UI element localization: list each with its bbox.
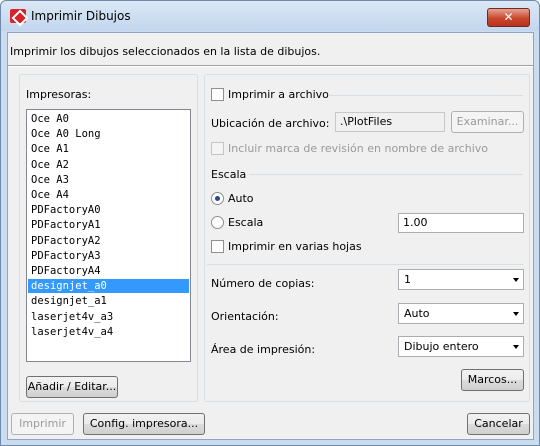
scale-radio-label: Escala (228, 216, 264, 229)
printer-list-item[interactable]: PDFactoryA4 (28, 264, 189, 278)
title-bar[interactable]: Imprimir Dibujos ✕ (1, 1, 539, 31)
window-title: Imprimir Dibujos (31, 9, 131, 23)
file-location-label: Ubicación de archivo: (211, 117, 330, 130)
print-area-value: Dibujo entero (404, 340, 479, 353)
printer-list-item[interactable]: PDFactoryA0 (28, 203, 189, 217)
cancel-button[interactable]: Cancelar (467, 413, 530, 435)
printers-label: Impresoras: (26, 88, 92, 101)
divider (328, 95, 523, 96)
printer-list-item[interactable]: Oce A0 Long (28, 127, 189, 141)
printer-list-item[interactable]: Oce A2 (28, 158, 189, 172)
chevron-down-icon (513, 278, 519, 282)
printer-list-item[interactable]: laserjet4v_a3 (28, 310, 189, 324)
scale-input[interactable]: 1.00 (398, 213, 524, 233)
chevron-down-icon (513, 345, 519, 349)
copies-dropdown[interactable]: 1 (398, 269, 524, 290)
orientation-dropdown[interactable]: Auto (398, 303, 524, 324)
print-to-file-checkbox[interactable] (211, 88, 224, 101)
print-button[interactable]: Imprimir (11, 413, 74, 435)
divider (207, 264, 523, 265)
printer-list-item[interactable]: Oce A1 (28, 142, 189, 156)
revision-mark-checkbox[interactable] (211, 142, 224, 155)
print-area-label: Área de impresión: (211, 343, 316, 356)
multi-sheet-label: Imprimir en varias hojas (228, 240, 362, 253)
print-drawings-dialog: Imprimir Dibujos ✕ Imprimir los dibujos … (0, 0, 540, 446)
chevron-down-icon (513, 312, 519, 316)
scale-heading: Escala (211, 168, 247, 181)
revision-mark-label: Incluir marca de revisión en nombre de a… (228, 142, 488, 155)
add-edit-button[interactable]: Añadir / Editar... (26, 376, 118, 398)
printer-list-item[interactable]: Oce A3 (28, 173, 189, 187)
options-panel: Imprimir a archivo Ubicación de archivo:… (204, 74, 530, 402)
auto-radio-label: Auto (228, 192, 254, 205)
printer-list-item[interactable]: PDFactoryA2 (28, 234, 189, 248)
printer-list-item[interactable]: PDFactoryA3 (28, 249, 189, 263)
auto-radio[interactable] (211, 192, 224, 205)
printer-list-item[interactable]: PDFactoryA1 (28, 218, 189, 232)
printers-panel: Impresoras: Oce A0 Oce A0 Long Oce A1 Oce A… (19, 74, 198, 402)
printer-list-item[interactable]: Oce A0 (28, 112, 189, 126)
printer-list-item[interactable]: laserjet4v_a4 (28, 325, 189, 339)
divider (249, 174, 523, 175)
file-location-field[interactable]: .\PlotFiles (335, 112, 445, 132)
printer-list-item[interactable]: Oce A4 (28, 188, 189, 202)
multi-sheet-checkbox[interactable] (211, 240, 224, 253)
intro-text: Imprimir los dibujos seleccionados en la… (10, 45, 321, 58)
orientation-value: Auto (404, 307, 430, 320)
printer-list-item[interactable]: designjet_a1 (28, 294, 189, 308)
dialog-body: Imprimir los dibujos seleccionados en la… (7, 32, 534, 440)
app-icon (10, 9, 26, 23)
printer-list-item[interactable]: designjet_a0 (28, 279, 189, 294)
frames-button[interactable]: Marcos... (461, 369, 524, 391)
separator (8, 65, 533, 67)
scale-radio[interactable] (211, 216, 224, 229)
orientation-label: Orientación: (211, 310, 279, 323)
copies-label: Número de copias: (211, 277, 315, 290)
printer-config-button[interactable]: Config. impresora... (83, 413, 205, 435)
print-area-dropdown[interactable]: Dibujo entero (398, 336, 524, 357)
print-to-file-label: Imprimir a archivo (228, 88, 329, 101)
browse-button[interactable]: Examinar... (451, 111, 524, 133)
close-button[interactable]: ✕ (487, 8, 530, 27)
printers-list[interactable]: Oce A0 Oce A0 Long Oce A1 Oce A2 Oce A3 Oce A… (26, 109, 191, 362)
copies-value: 1 (404, 273, 411, 286)
